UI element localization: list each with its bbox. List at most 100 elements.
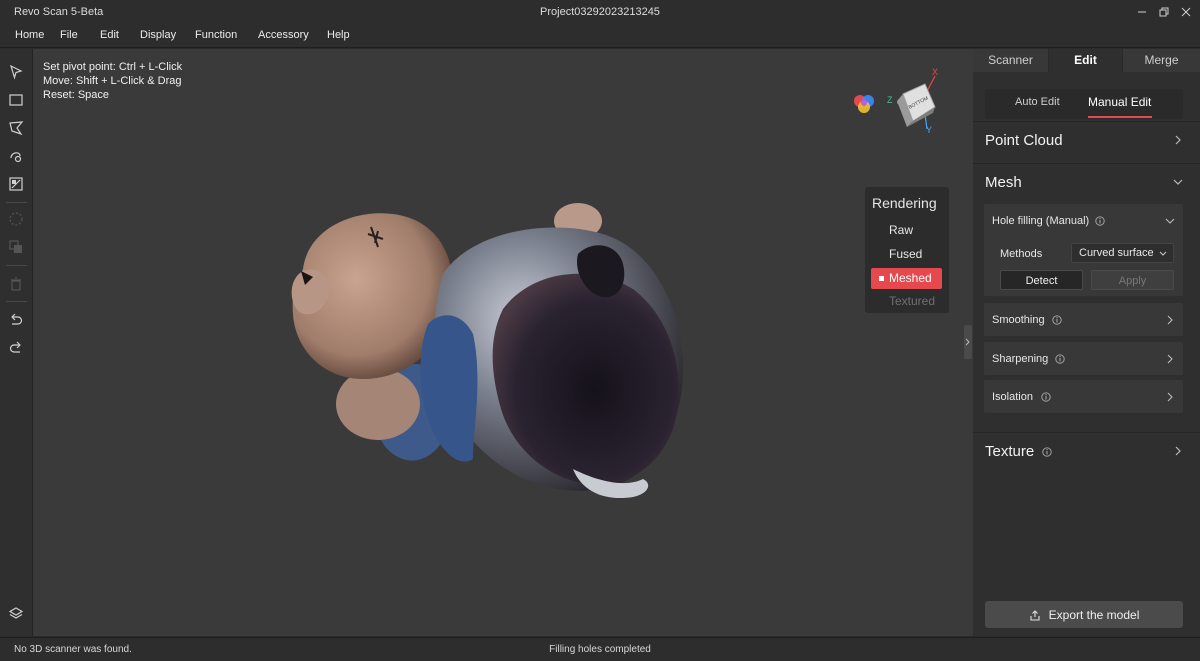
render-option-raw[interactable]: Raw — [871, 220, 942, 241]
minimize-button[interactable] — [1132, 3, 1152, 21]
render-option-meshed[interactable]: Meshed — [871, 268, 942, 289]
undo-button[interactable] — [6, 310, 26, 330]
chevron-right-icon — [965, 338, 970, 346]
section-title: Mesh — [985, 174, 1022, 191]
color-mode-icon[interactable] — [851, 90, 877, 116]
sharpening-card[interactable]: Sharpening — [984, 342, 1183, 375]
chevron-down-icon — [1173, 179, 1183, 185]
restore-icon — [1159, 7, 1169, 17]
export-label: Export the model — [1048, 607, 1140, 622]
info-icon[interactable] — [1041, 392, 1051, 402]
apply-button[interactable]: Apply — [1091, 270, 1174, 290]
select-tool[interactable] — [6, 62, 26, 82]
trash-icon — [11, 277, 21, 291]
deselect-icon — [9, 212, 23, 226]
redo-button[interactable] — [6, 338, 26, 358]
chevron-right-icon — [1175, 135, 1181, 145]
rendering-panel: Rendering Raw Fused Meshed Textured — [865, 187, 949, 313]
scanned-teddy-bear-model[interactable] — [33, 49, 973, 636]
subtab-auto-edit[interactable]: Auto Edit — [1015, 96, 1060, 108]
axis-z-label: Z — [887, 95, 893, 105]
layers-button[interactable] — [6, 604, 26, 624]
render-option-fused[interactable]: Fused — [871, 244, 942, 265]
chevron-down-icon[interactable] — [1165, 216, 1175, 226]
chevron-right-icon — [1175, 446, 1181, 456]
close-button[interactable] — [1176, 3, 1196, 21]
deselect-tool[interactable] — [6, 209, 26, 229]
hole-filling-title[interactable]: Hole filling (Manual) — [992, 215, 1089, 227]
menu-home[interactable]: Home — [15, 29, 44, 41]
smoothing-card[interactable]: Smoothing — [984, 303, 1183, 336]
menu-file[interactable]: File — [60, 29, 78, 41]
rectangle-icon — [9, 94, 23, 106]
delete-tool[interactable] — [6, 274, 26, 294]
menu-help[interactable]: Help — [327, 29, 350, 41]
info-icon[interactable] — [1095, 216, 1105, 226]
axis-y-label: Y — [926, 125, 933, 135]
brush-select-tool[interactable] — [6, 146, 26, 166]
section-point-cloud[interactable]: Point Cloud — [973, 121, 1200, 161]
menu-bar: Home File Edit Display Function Accessor… — [0, 25, 1200, 48]
close-icon — [1181, 7, 1191, 17]
brush-select-icon — [10, 152, 22, 163]
lasso-icon — [9, 121, 24, 136]
toolbar-separator — [6, 265, 27, 266]
menu-edit[interactable]: Edit — [100, 29, 119, 41]
project-title: Project03292023213245 — [540, 6, 660, 18]
view-cube[interactable]: BOTTOM — [883, 69, 953, 139]
tab-scanner[interactable]: Scanner — [973, 49, 1049, 72]
chevron-right-icon — [1167, 392, 1173, 402]
toolbar-separator — [6, 202, 27, 203]
smoothing-title: Smoothing — [992, 314, 1045, 326]
section-texture[interactable]: Texture — [973, 432, 1200, 472]
menu-display[interactable]: Display — [140, 29, 176, 41]
info-icon[interactable] — [1055, 354, 1065, 364]
lasso-select-tool[interactable] — [6, 118, 26, 138]
chevron-right-icon — [1167, 315, 1173, 325]
methods-select[interactable]: Curved surface — [1071, 243, 1174, 263]
menu-function[interactable]: Function — [195, 29, 237, 41]
info-icon[interactable] — [1052, 315, 1062, 325]
invert-select-tool[interactable] — [6, 174, 26, 194]
info-icon[interactable] — [1042, 447, 1052, 457]
undo-icon — [11, 313, 23, 325]
right-panel: Scanner Edit Merge Auto Edit Manual Edit… — [973, 49, 1200, 636]
layers-icon — [8, 607, 24, 619]
tab-merge[interactable]: Merge — [1123, 49, 1200, 72]
detect-button[interactable]: Detect — [1000, 270, 1083, 290]
rectangle-select-tool[interactable] — [6, 90, 26, 110]
title-bar: Revo Scan 5-Beta Project03292023213245 — [0, 0, 1200, 25]
export-model-button[interactable]: Export the model — [985, 601, 1183, 628]
section-mesh[interactable]: Mesh — [973, 163, 1200, 203]
toolbar-separator — [6, 301, 27, 302]
select-all-tool[interactable] — [6, 237, 26, 257]
panel-collapse-handle[interactable] — [964, 325, 972, 359]
section-title: Texture — [985, 443, 1035, 460]
tab-edit[interactable]: Edit — [1049, 49, 1123, 72]
edit-mode-tabs: Auto Edit Manual Edit — [985, 89, 1183, 119]
chevron-down-icon — [1159, 251, 1167, 256]
section-title: Point Cloud — [985, 132, 1063, 149]
axis-x-label: X — [932, 67, 939, 77]
left-toolbar — [0, 49, 33, 636]
sharpening-title: Sharpening — [992, 353, 1049, 365]
select-all-icon — [9, 240, 22, 253]
isolation-title: Isolation — [992, 391, 1033, 403]
methods-select-value: Curved surface — [1079, 247, 1154, 259]
panel-tabs: Scanner Edit Merge — [973, 49, 1200, 72]
operation-status: Filling holes completed — [549, 644, 651, 655]
active-subtab-indicator — [1088, 116, 1152, 118]
isolation-card[interactable]: Isolation — [984, 380, 1183, 413]
status-bar: No 3D scanner was found. Filling holes c… — [0, 637, 1200, 661]
export-icon — [1030, 609, 1040, 621]
menu-accessory[interactable]: Accessory — [258, 29, 309, 41]
cursor-icon — [10, 64, 23, 80]
rendering-title: Rendering — [872, 195, 937, 211]
subtab-manual-edit[interactable]: Manual Edit — [1088, 95, 1151, 109]
3d-viewport[interactable]: Set pivot point: Ctrl + L-Click Move: Sh… — [33, 49, 973, 636]
methods-label: Methods — [1000, 248, 1043, 260]
restore-button[interactable] — [1154, 3, 1174, 21]
invert-select-icon — [9, 177, 23, 191]
minimize-icon — [1138, 11, 1146, 13]
render-option-textured[interactable]: Textured — [871, 291, 942, 312]
